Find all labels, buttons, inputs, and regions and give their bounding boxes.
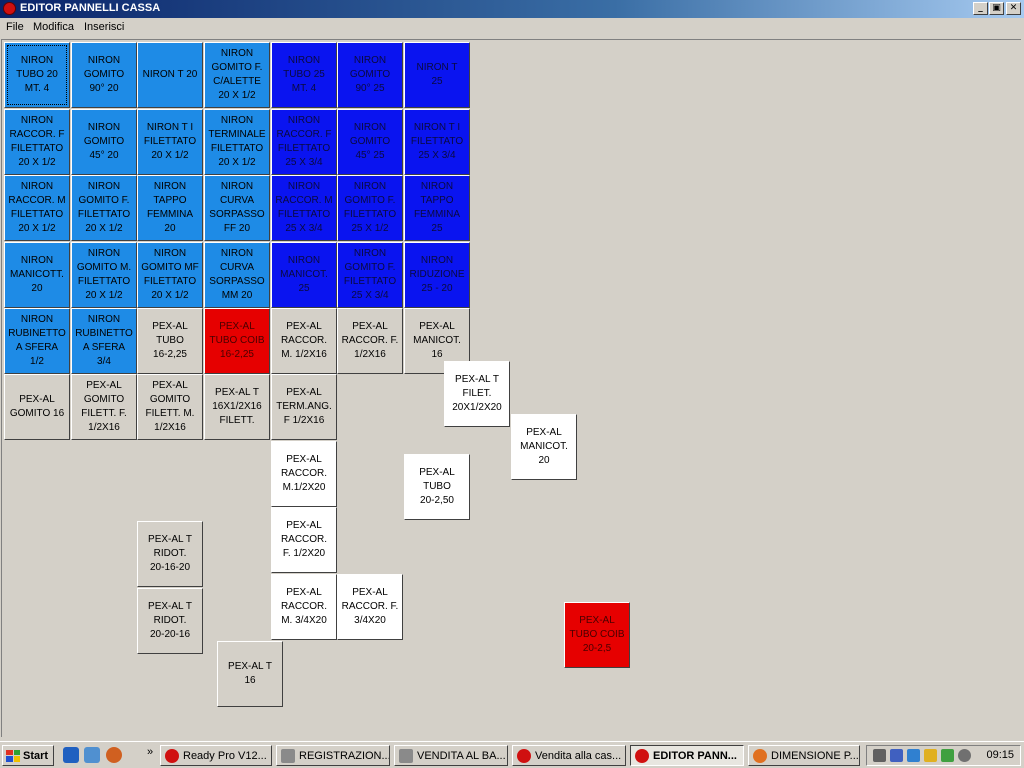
product-tile[interactable]: PEX-AL RACCOR. M.1/2X20 (271, 441, 337, 507)
product-tile[interactable]: PEX-AL MANICOT. 20 (511, 414, 577, 480)
product-tile[interactable]: NIRON RACCOR. F FILETTATO 20 X 1/2 (4, 109, 70, 175)
product-tile[interactable]: NIRON TAPPO FEMMINA 25 (404, 175, 470, 241)
product-tile[interactable]: PEX-AL RACCOR. F. 1/2X16 (337, 308, 403, 374)
product-tile[interactable]: NIRON GOMITO 90° 20 (71, 42, 137, 108)
product-tile[interactable]: NIRON RUBINETTO A SFERA 3/4 (71, 308, 137, 374)
volume-icon[interactable] (958, 749, 971, 762)
product-tile[interactable]: NIRON T 25 (404, 42, 470, 108)
start-button[interactable]: Start (2, 745, 54, 766)
product-tile[interactable]: NIRON RACCOR. M FILETTATO 20 X 1/2 (4, 175, 70, 241)
product-tile[interactable]: NIRON GOMITO 45° 25 (337, 109, 403, 175)
product-tile[interactable]: NIRON RIDUZIONE 25 - 20 (404, 242, 470, 308)
task-vendita-alla-cassa[interactable]: Vendita alla cas... (512, 745, 626, 766)
product-tile[interactable]: PEX-AL T RIDOT. 20-16-20 (137, 521, 203, 587)
firefox-icon (753, 748, 767, 763)
product-tile[interactable]: PEX-AL T FILET. 20X1/2X20 (444, 361, 510, 427)
product-tile[interactable]: NIRON GOMITO F. FILETTATO 25 X 1/2 (337, 175, 403, 241)
product-tile[interactable]: NIRON GOMITO MF FILETTATO 20 X 1/2 (137, 242, 203, 308)
product-tile[interactable]: NIRON MANICOT. 25 (271, 242, 337, 308)
task-editor-pannelli[interactable]: EDITOR PANN... (630, 745, 744, 766)
connection-icon[interactable] (907, 749, 920, 762)
product-tile[interactable]: PEX-AL RACCOR. M. 1/2X16 (271, 308, 337, 374)
product-tile[interactable]: NIRON GOMITO 90° 25 (337, 42, 403, 108)
product-tile[interactable]: NIRON CURVA SORPASSO FF 20 (204, 175, 270, 241)
task-label: Ready Pro V12... (183, 749, 267, 762)
product-tile[interactable]: NIRON RACCOR. F FILETTATO 25 X 3/4 (271, 109, 337, 175)
maximize-button[interactable]: ▣ (989, 2, 1004, 15)
product-tile[interactable]: PEX-AL RACCOR. M. 3/4X20 (271, 574, 337, 640)
product-tile[interactable]: PEX-AL GOMITO FILETT. M. 1/2X16 (137, 374, 203, 440)
panel-editor-area: NIRON TUBO 20 MT. 4 NIRON GOMITO 90° 20 NI… (1, 39, 1021, 737)
strawberry-icon (165, 748, 179, 763)
product-tile[interactable]: NIRON T I FILETTATO 20 X 1/2 (137, 109, 203, 175)
strawberry-icon (635, 748, 649, 763)
security-icon[interactable] (890, 749, 903, 762)
product-tile[interactable]: NIRON RUBINETTO A SFERA 1/2 (4, 308, 70, 374)
menu-file[interactable]: File (6, 21, 24, 33)
update-icon[interactable] (941, 749, 954, 762)
user-icon[interactable] (924, 749, 937, 762)
task-label: VENDITA AL BA... (417, 749, 506, 762)
product-tile[interactable]: NIRON GOMITO M. FILETTATO 20 X 1/2 (71, 242, 137, 308)
product-tile[interactable]: PEX-AL T 16X1/2X16 FILETT. (204, 374, 270, 440)
product-tile[interactable]: NIRON GOMITO 45° 20 (71, 109, 137, 175)
product-tile[interactable]: PEX-AL TUBO COIB 20-2,5 (564, 602, 630, 668)
product-tile[interactable]: PEX-AL T 16 (217, 641, 283, 707)
product-tile[interactable]: NIRON MANICOTT. 20 (4, 242, 70, 308)
product-tile[interactable]: PEX-AL RACCOR. F. 1/2X20 (271, 507, 337, 573)
printer-icon (399, 748, 413, 763)
task-vendita-al-banco[interactable]: VENDITA AL BA... (394, 745, 508, 766)
show-desktop-icon[interactable] (84, 747, 100, 763)
task-label: Vendita alla cas... (535, 749, 622, 762)
system-tray: 09:15 (866, 745, 1021, 766)
product-tile[interactable]: NIRON T 20 (137, 42, 203, 108)
product-tile[interactable]: PEX-AL GOMITO 16 (4, 374, 70, 440)
product-tile[interactable]: NIRON CURVA SORPASSO MM 20 (204, 242, 270, 308)
product-tile[interactable]: NIRON GOMITO F. C/ALETTE 20 X 1/2 (204, 42, 270, 108)
task-registrazione[interactable]: REGISTRAZION... (276, 745, 390, 766)
product-tile[interactable]: PEX-AL TERM.ANG. F 1/2X16 (271, 374, 337, 440)
title-bar: EDITOR PANNELLI CASSA _ ▣ ✕ (0, 0, 1024, 18)
ie-icon[interactable] (63, 747, 79, 763)
task-label: REGISTRAZION... (299, 749, 390, 762)
product-tile[interactable]: PEX-AL TUBO 20-2,50 (404, 454, 470, 520)
product-tile[interactable]: NIRON GOMITO F. FILETTATO 20 X 1/2 (71, 175, 137, 241)
window-title: EDITOR PANNELLI CASSA (20, 2, 161, 14)
menu-modifica[interactable]: Modifica (33, 21, 74, 33)
task-dimensione[interactable]: DIMENSIONE P... (748, 745, 860, 766)
printer-icon (281, 748, 295, 763)
product-tile[interactable]: NIRON T I FILETTATO 25 X 3/4 (404, 109, 470, 175)
product-tile[interactable]: NIRON TUBO 20 MT. 4 (4, 42, 70, 108)
product-tile[interactable]: PEX-AL T RIDOT. 20-20-16 (137, 588, 203, 654)
clock: 09:15 (986, 749, 1014, 761)
product-tile[interactable]: PEX-AL GOMITO FILETT. F. 1/2X16 (71, 374, 137, 440)
product-tile[interactable]: NIRON TUBO 25 MT. 4 (271, 42, 337, 108)
app-strawberry-icon (3, 2, 16, 15)
product-tile[interactable]: NIRON TERMINALE FILETTATO 20 X 1/2 (204, 109, 270, 175)
task-ready-pro[interactable]: Ready Pro V12... (160, 745, 272, 766)
product-tile[interactable]: NIRON GOMITO F. FILETTATO 25 X 3/4 (337, 242, 403, 308)
strawberry-icon (517, 748, 531, 763)
minimize-button[interactable]: _ (973, 2, 988, 15)
menu-bar: File Modifica Inserisci (0, 19, 1024, 37)
product-tile[interactable]: PEX-AL TUBO COIB 16-2,25 (204, 308, 270, 374)
media-player-icon[interactable] (106, 747, 122, 763)
close-button[interactable]: ✕ (1006, 2, 1021, 15)
product-tile[interactable]: PEX-AL RACCOR. F. 3/4X20 (337, 574, 403, 640)
quicklaunch-overflow-icon[interactable]: » (147, 746, 153, 758)
product-tile[interactable]: PEX-AL TUBO 16-2,25 (137, 308, 203, 374)
start-label: Start (23, 749, 49, 762)
task-label: EDITOR PANN... (653, 749, 737, 762)
task-label: DIMENSIONE P... (771, 749, 859, 762)
product-tile[interactable]: NIRON TAPPO FEMMINA 20 (137, 175, 203, 241)
menu-inserisci[interactable]: Inserisci (84, 21, 124, 33)
windows-flag-icon (6, 749, 20, 762)
network-icon[interactable] (873, 749, 886, 762)
product-tile[interactable]: NIRON RACCOR. M FILETTATO 25 X 3/4 (271, 175, 337, 241)
taskbar: Start » Ready Pro V12... REGISTRAZION...… (0, 741, 1024, 768)
